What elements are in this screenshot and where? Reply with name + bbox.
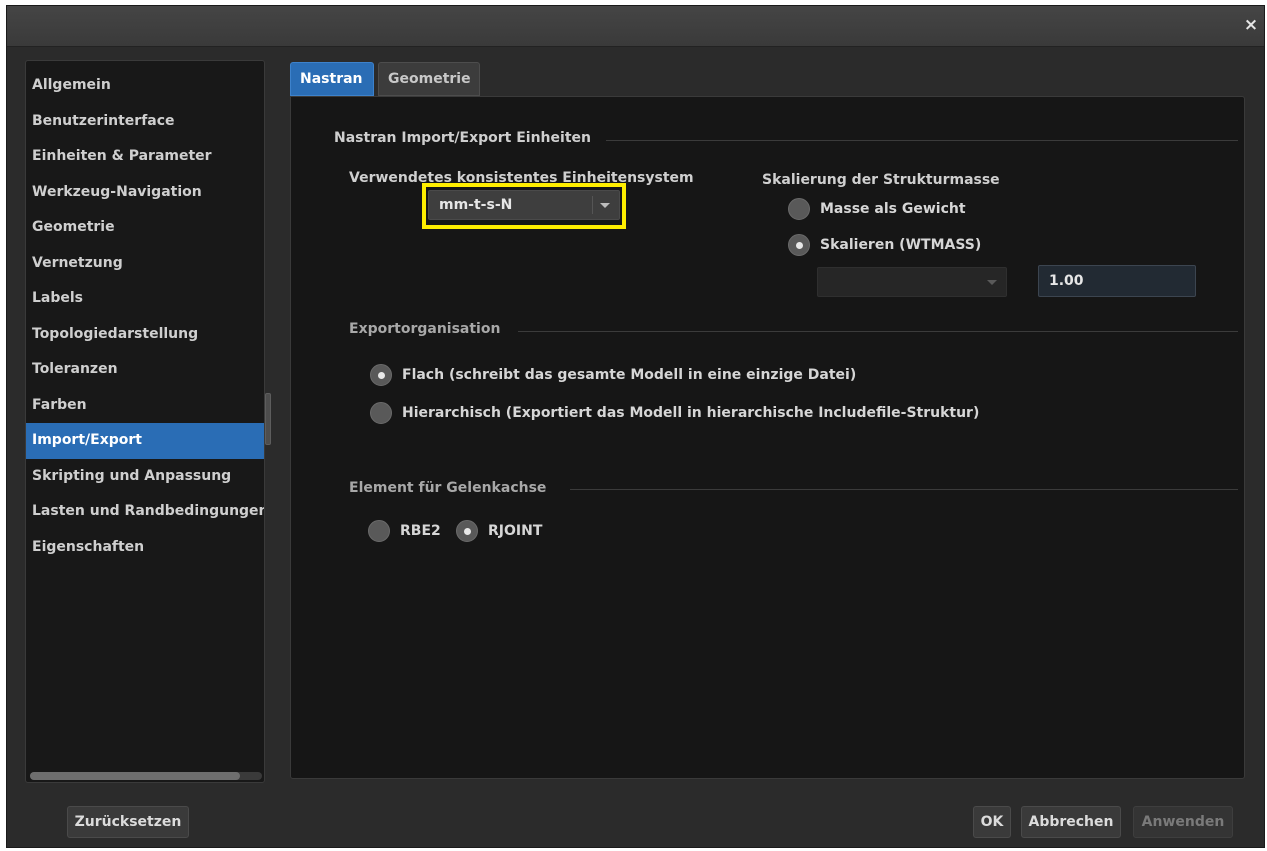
sidebar-item-topologiedarstellung[interactable]: Topologiedarstellung — [26, 317, 264, 353]
ok-button[interactable]: OK — [973, 806, 1011, 838]
wtmass-dropdown — [817, 267, 1007, 297]
reset-button[interactable]: Zurücksetzen — [67, 806, 189, 838]
sidebar-item-toleranzen[interactable]: Toleranzen — [26, 352, 264, 388]
sidebar-item-allgemein[interactable]: Allgemein — [26, 68, 264, 104]
radio-scale-wtmass[interactable]: Skalieren (WTMASS) — [788, 234, 981, 256]
tab-geometrie[interactable]: Geometrie — [378, 62, 480, 96]
radio-button-checked[interactable] — [788, 234, 810, 256]
title-bar: × — [7, 6, 1264, 47]
radio-button[interactable] — [368, 520, 390, 542]
sidebar-item-import-export[interactable]: Import/Export — [26, 423, 264, 459]
radio-button-checked[interactable] — [456, 520, 478, 542]
radio-label: Skalieren (WTMASS) — [820, 237, 982, 253]
radio-label: Hierarchisch (Exportiert das Modell in h… — [402, 405, 980, 421]
radio-button[interactable] — [370, 402, 392, 424]
section-title-joint: Element für Gelenkachse — [349, 480, 547, 496]
sidebar-item-skripting[interactable]: Skripting und Anpassung — [26, 459, 264, 495]
radio-button-checked[interactable] — [370, 364, 392, 386]
radio-rjoint[interactable]: RJOINT — [456, 520, 542, 542]
scrollbar-thumb[interactable] — [30, 772, 240, 780]
wtmass-input[interactable] — [1038, 265, 1196, 297]
sidebar-item-farben[interactable]: Farben — [26, 388, 264, 424]
mass-scaling-label: Skalierung der Strukturmasse — [762, 172, 1000, 188]
sidebar-item-labels[interactable]: Labels — [26, 281, 264, 317]
category-sidebar: Allgemein Benutzerinterface Einheiten & … — [25, 60, 265, 783]
tab-nastran[interactable]: Nastran — [290, 62, 374, 96]
sidebar-item-werkzeug-navigation[interactable]: Werkzeug-Navigation — [26, 175, 264, 211]
sidebar-item-einheiten[interactable]: Einheiten & Parameter — [26, 139, 264, 175]
radio-hierarchical[interactable]: Hierarchisch (Exportiert das Modell in h… — [370, 402, 979, 424]
radio-button[interactable] — [788, 198, 810, 220]
chevron-down-icon — [987, 280, 997, 285]
radio-mass-as-weight[interactable]: Masse als Gewicht — [788, 198, 966, 220]
section-divider — [570, 489, 1238, 490]
close-icon[interactable]: × — [1242, 16, 1260, 34]
apply-button[interactable]: Anwenden — [1133, 806, 1233, 838]
radio-label: RJOINT — [488, 523, 543, 539]
radio-label: Flach (schreibt das gesamte Modell in ei… — [402, 367, 857, 383]
radio-label: RBE2 — [400, 523, 441, 539]
highlight-frame — [422, 183, 626, 229]
splitter-handle[interactable] — [265, 393, 271, 445]
radio-rbe2[interactable]: RBE2 — [368, 520, 441, 542]
cancel-button[interactable]: Abbrechen — [1021, 806, 1121, 838]
sidebar-item-eigenschaften[interactable]: Eigenschaften — [26, 530, 264, 566]
sidebar-item-lasten[interactable]: Lasten und Randbedingungen — [26, 494, 264, 530]
sidebar-item-benutzerinterface[interactable]: Benutzerinterface — [26, 104, 264, 140]
sidebar-horizontal-scrollbar[interactable] — [30, 772, 262, 780]
section-title-units: Nastran Import/Export Einheiten — [334, 130, 591, 146]
radio-label: Masse als Gewicht — [820, 201, 966, 217]
sidebar-item-vernetzung[interactable]: Vernetzung — [26, 246, 264, 282]
wtmass-value-field[interactable] — [1039, 266, 1195, 296]
radio-flat[interactable]: Flach (schreibt das gesamte Modell in ei… — [370, 364, 856, 386]
section-title-export: Exportorganisation — [349, 321, 501, 337]
sidebar-item-geometrie[interactable]: Geometrie — [26, 210, 264, 246]
section-divider — [606, 140, 1238, 141]
section-divider — [518, 331, 1238, 332]
